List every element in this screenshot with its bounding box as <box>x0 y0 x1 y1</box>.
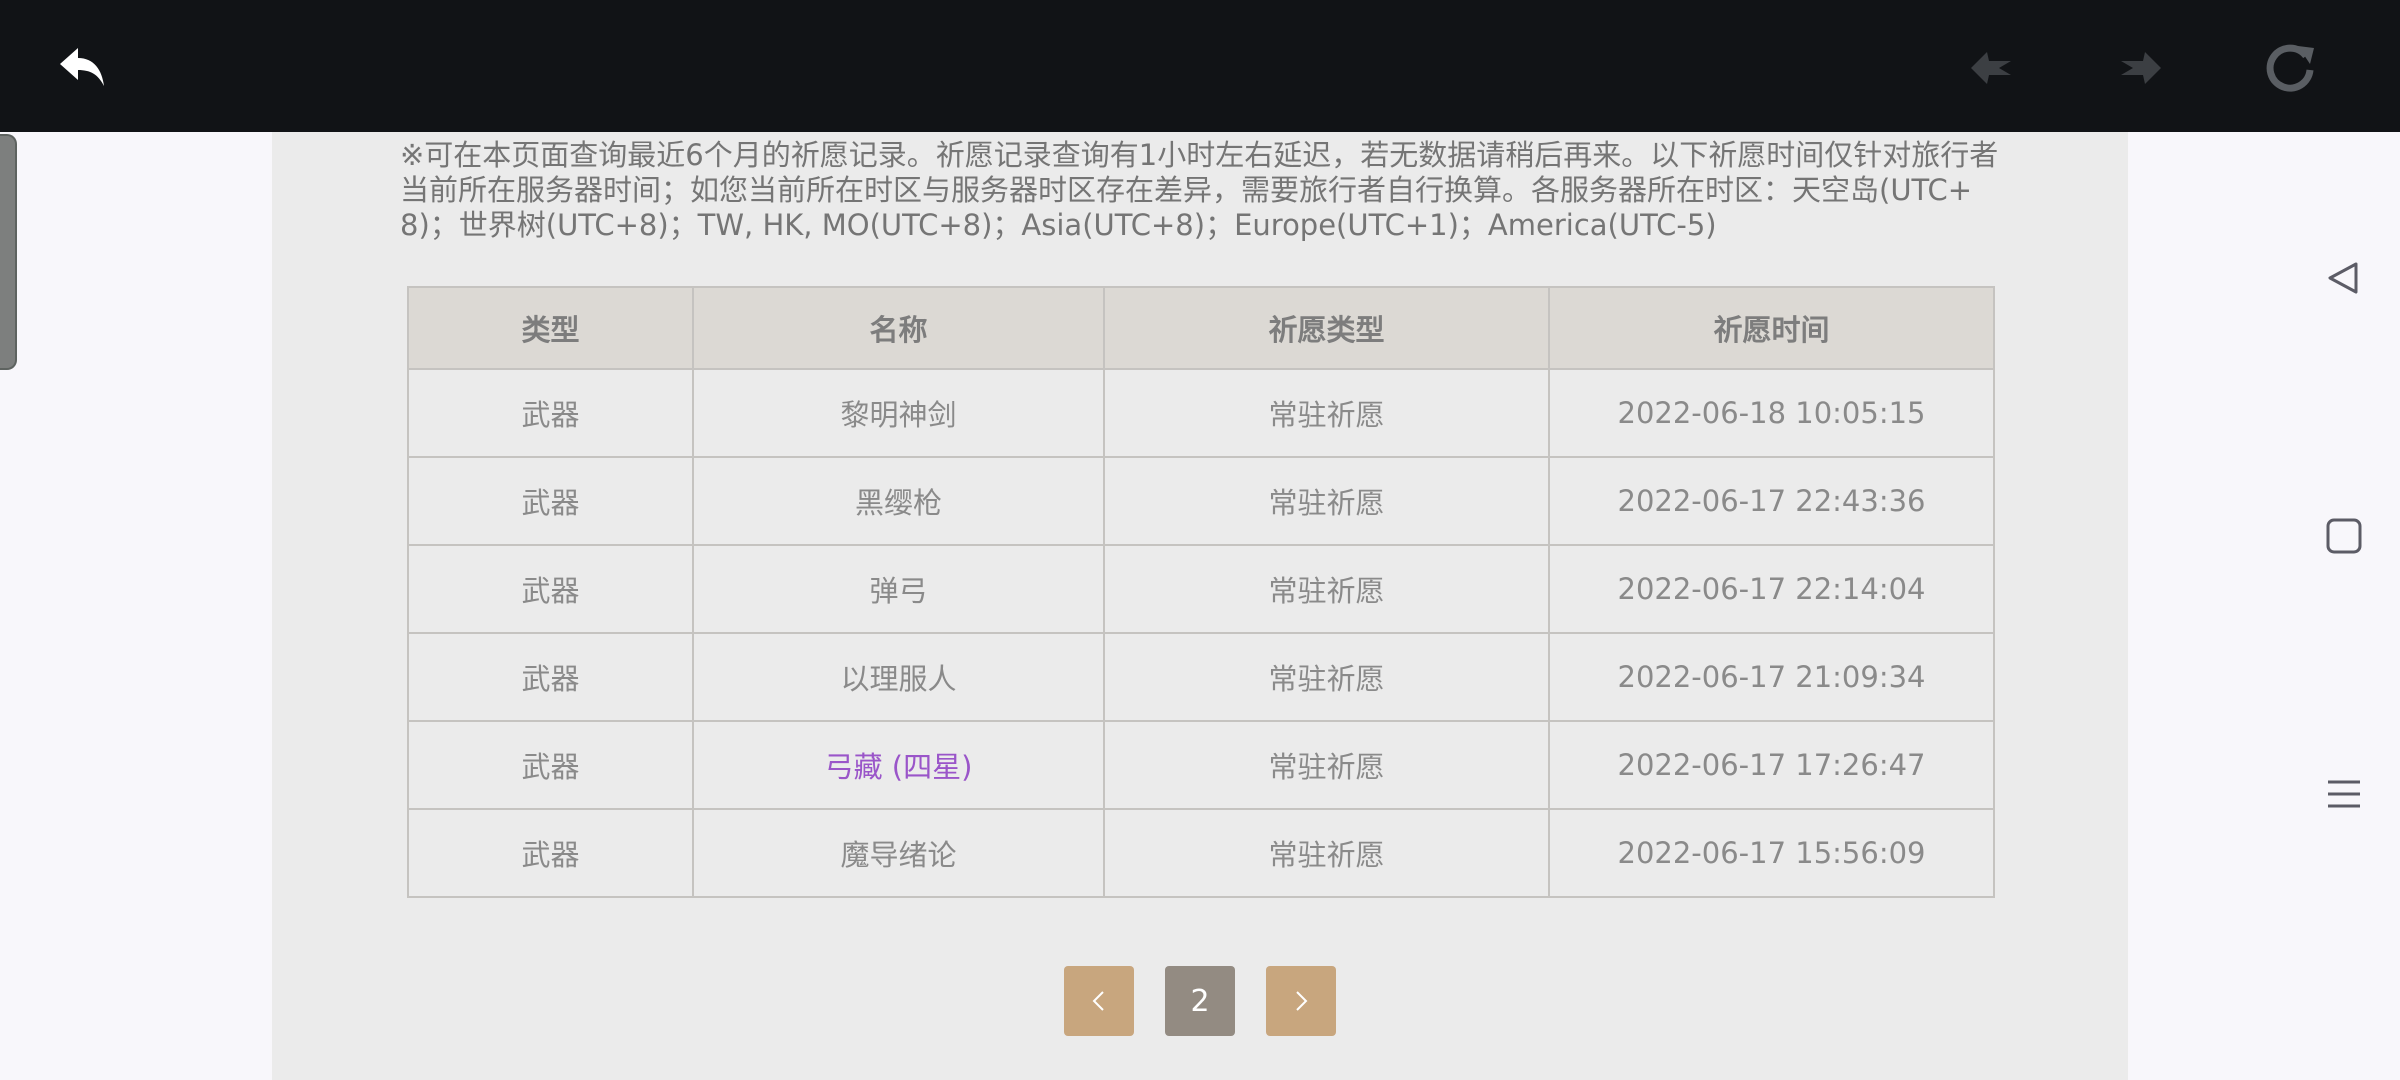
cell-time: 2022-06-17 15:56:09 <box>1548 808 1995 898</box>
cell-type: 武器 <box>407 368 694 458</box>
cell-type: 武器 <box>407 456 694 546</box>
table-row: 武器 魔导绪论 常驻祈愿 2022-06-17 15:56:09 <box>407 808 1995 898</box>
nav-home-square-icon[interactable] <box>2320 512 2368 560</box>
cell-type: 武器 <box>407 632 694 722</box>
next-page-button[interactable] <box>1266 966 1336 1036</box>
column-header-wish-type: 祈愿类型 <box>1103 286 1550 370</box>
cell-wish-type: 常驻祈愿 <box>1103 456 1550 546</box>
cell-name: 黎明神剑 <box>692 368 1105 458</box>
table-header-row: 类型 名称 祈愿类型 祈愿时间 <box>407 286 1995 370</box>
cell-wish-type: 常驻祈愿 <box>1103 368 1550 458</box>
chevron-right-icon <box>1296 991 1308 1011</box>
back-arrow-icon[interactable] <box>50 36 114 100</box>
top-toolbar <box>0 0 2400 132</box>
cell-time: 2022-06-18 10:05:15 <box>1548 368 1995 458</box>
side-drawer-handle[interactable] <box>0 134 17 370</box>
cell-type: 武器 <box>407 808 694 898</box>
cell-wish-type: 常驻祈愿 <box>1103 808 1550 898</box>
cell-name: 魔导绪论 <box>692 808 1105 898</box>
cell-name: 以理服人 <box>692 632 1105 722</box>
browser-back-icon[interactable] <box>1960 36 2024 100</box>
current-page-indicator[interactable]: 2 <box>1165 966 1235 1036</box>
cell-wish-type: 常驻祈愿 <box>1103 632 1550 722</box>
cell-wish-type: 常驻祈愿 <box>1103 720 1550 810</box>
table-row: 武器 弹弓 常驻祈愿 2022-06-17 22:14:04 <box>407 544 1995 634</box>
cell-time: 2022-06-17 22:14:04 <box>1548 544 1995 634</box>
table-row: 武器 黎明神剑 常驻祈愿 2022-06-18 10:05:15 <box>407 368 1995 458</box>
wish-history-notice: ※可在本页面查询最近6个月的祈愿记录。祈愿记录查询有1小时左右延迟，若无数据请稍… <box>400 138 1999 242</box>
nav-back-triangle-icon[interactable] <box>2320 254 2368 302</box>
cell-time: 2022-06-17 17:26:47 <box>1548 720 1995 810</box>
wish-history-table: 类型 名称 祈愿类型 祈愿时间 武器 黎明神剑 常驻祈愿 2022-06-18 … <box>407 286 1995 898</box>
reload-icon[interactable] <box>2258 36 2322 100</box>
cell-wish-type: 常驻祈愿 <box>1103 544 1550 634</box>
chevron-left-icon <box>1092 991 1104 1011</box>
cell-type: 武器 <box>407 720 694 810</box>
cell-name: 黑缨枪 <box>692 456 1105 546</box>
cell-name: 弹弓 <box>692 544 1105 634</box>
nav-menu-icon[interactable] <box>2320 770 2368 818</box>
table-row: 武器 弓藏 (四星) 常驻祈愿 2022-06-17 17:26:47 <box>407 720 1995 810</box>
browser-forward-icon[interactable] <box>2108 36 2172 100</box>
column-header-type: 类型 <box>407 286 694 370</box>
prev-page-button[interactable] <box>1064 966 1134 1036</box>
column-header-wish-time: 祈愿时间 <box>1548 286 1995 370</box>
cell-name-four-star: 弓藏 (四星) <box>692 720 1105 810</box>
cell-type: 武器 <box>407 544 694 634</box>
table-row: 武器 黑缨枪 常驻祈愿 2022-06-17 22:43:36 <box>407 456 1995 546</box>
table-row: 武器 以理服人 常驻祈愿 2022-06-17 21:09:34 <box>407 632 1995 722</box>
cell-time: 2022-06-17 21:09:34 <box>1548 632 1995 722</box>
cell-time: 2022-06-17 22:43:36 <box>1548 456 1995 546</box>
column-header-name: 名称 <box>692 286 1105 370</box>
